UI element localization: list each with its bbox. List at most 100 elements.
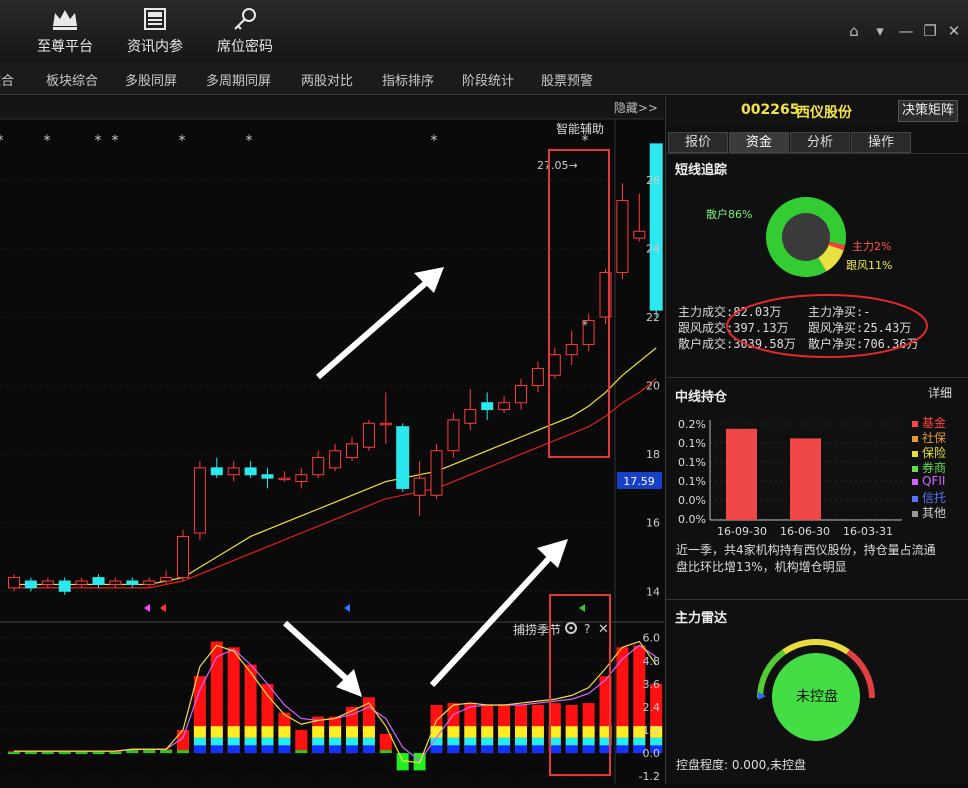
legend-label: 保险 [922,446,947,460]
tab-funds[interactable]: 资金 [729,132,789,153]
nav-item[interactable]: 股票预警 [541,70,593,89]
indicator-bar-green [295,750,308,754]
stock-name: 西仪股份 [796,105,852,121]
candle-body [346,443,358,459]
nav-item[interactable]: 两股对比 [301,70,353,89]
top-button-label: 至尊平台 [37,39,93,55]
indicator-bar-yellow [210,726,223,738]
crown-icon [53,10,77,30]
indicator-bar-blue [362,745,375,754]
arrow-up-icon [316,267,444,380]
indicator-bar-cyan [531,737,544,746]
legend-swatch [912,478,918,485]
indicator-bar-blue [329,745,342,754]
indicator-bar-cyan [582,737,595,746]
candle-body [633,230,646,239]
close-icon[interactable]: ✕ [944,22,964,40]
smart-assist-label[interactable]: 智能辅助 [556,121,604,136]
candle-body [498,402,511,411]
hold-x-label: 16-06-30 [780,525,830,538]
indicator-bar-blue [261,745,274,754]
nav-bar: 综合 板块综合 多股同屏 多周期同屏 两股对比 指标排序 阶段统计 股票预警 [0,62,968,95]
hold-bar [726,428,757,520]
candle-body [24,580,37,589]
top-button-seat[interactable]: 席位密码 [200,6,290,58]
candle-body [447,419,460,452]
indicator-bar-green [126,750,139,754]
price-tick-label: 22 [646,311,660,324]
indicator-bar-blue [531,745,544,754]
minimize-icon[interactable]: — [896,22,916,40]
legend-swatch [912,495,918,502]
candle-body [481,402,494,411]
nav-item[interactable]: 板块综合 [46,70,98,89]
nav-item[interactable]: 多股同屏 [125,70,177,89]
home-icon[interactable]: ⌂ [844,22,864,40]
indicator-bar-green [177,750,189,754]
indicator-bar-yellow [565,726,578,738]
tab-analysis[interactable]: 分析 [790,132,850,153]
gear-icon[interactable] [565,622,577,634]
indicator-bar-cyan [565,737,578,746]
candle-body [41,580,54,585]
restore-icon[interactable]: ❐ [920,22,940,40]
top-button-news[interactable]: 资讯内参 [110,6,200,58]
key-icon [234,8,256,30]
indicator-bar-cyan [244,737,257,746]
indicator-bar-blue [447,745,460,754]
indicator-bar-yellow [312,726,325,738]
indicator-bar-green [41,752,54,755]
detail-link[interactable]: 详细 [928,384,952,401]
indicator-bar-blue [312,745,325,754]
marker-icon [144,604,150,612]
legend-swatch [912,465,918,472]
nav-item[interactable]: 多周期同屏 [206,70,271,89]
main-label: 主力2% [852,240,892,253]
star-marker: * [582,318,588,332]
radar-status: 未控盘 [796,689,838,705]
indicator-bar-blue [193,745,206,754]
candle-body [193,467,206,534]
indicator-bar-blue [210,745,223,754]
hold-desc: 盘比环比增13%，机构增仓明显 [676,560,847,574]
indicator-bar-yellow [531,726,544,738]
menu-down-icon[interactable]: ▾ [870,22,890,40]
indicator-bar-yellow [481,726,494,738]
indicator-bar-green [379,750,392,754]
candle-body [227,467,240,476]
indicator-bar-blue [227,745,240,754]
indicator-bar-blue [346,745,358,754]
legend-item: 其他 [912,504,946,521]
indicator-tick-label: 1.2 [643,724,661,737]
top-button-zhizun[interactable]: 至尊平台 [20,6,110,58]
nav-item[interactable]: 阶段统计 [462,70,514,89]
right-panel: 002265 西仪股份 决策矩阵 报价 资金 分析 操作 短线追踪 散户86% … [665,95,968,784]
indicator-bar-yellow [515,726,527,738]
kline-chart[interactable]: ********* 26242220181614 6.04.83.62.41.2… [0,95,664,784]
indicator-bar-cyan [633,737,646,746]
price-tick-label: 18 [646,448,660,461]
help-icon[interactable]: ? [584,622,590,636]
indicator-bar-blue [278,745,291,754]
hold-desc: 近一季，共4家机构持有西仪股份，持仓量占流通 [676,543,936,557]
indicator-bar-yellow [329,726,342,738]
close-indicator-icon[interactable]: ✕ [598,622,609,637]
indicator-bar-blue [616,745,629,754]
nav-item[interactable]: 综合 [0,70,14,89]
indicator-bar-yellow [227,726,240,738]
nav-item[interactable]: 指标排序 [382,70,434,89]
current-price: 17.59 [623,475,655,488]
decision-matrix-button[interactable]: 决策矩阵 [898,100,958,122]
candle-body [379,422,392,426]
legend-label: 券商 [922,461,947,475]
candle-body [58,580,71,592]
hide-button[interactable]: 隐藏>> [614,101,658,115]
price-tick-label: 14 [646,585,660,598]
tab-operate[interactable]: 操作 [851,132,911,153]
hold-y-label: 0.2% [678,418,706,431]
indicator-bar-cyan [193,737,206,746]
tab-quote[interactable]: 报价 [668,132,728,153]
indicator-bar [379,733,392,754]
highlight-ellipse [726,294,928,358]
control-degree: 控盘程度: 0.000,未控盘 [676,758,807,772]
